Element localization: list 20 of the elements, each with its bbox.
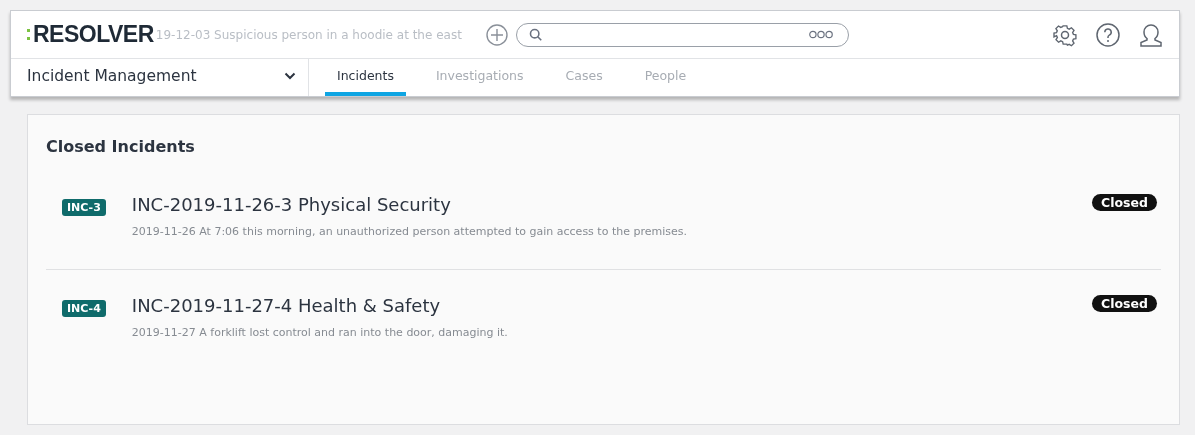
incident-description: 2019-11-27 A forklift lost control and ran into the door, damaging it. <box>131 326 509 339</box>
card-title: Closed Incidents <box>46 137 196 156</box>
status-badge: Closed <box>1092 194 1157 211</box>
search-icon <box>528 27 543 42</box>
chevron-down-icon <box>284 71 296 80</box>
add-icon[interactable] <box>485 23 508 46</box>
user-icon[interactable] <box>1139 22 1163 47</box>
incident-title[interactable]: INC-2019-11-26-3 Physical Security <box>131 194 1093 215</box>
ghost-text: 19-12-03 Suspicious person in a hoodie at the east <box>155 27 463 42</box>
incident-title[interactable]: INC-2019-11-27-4 Health & Safety <box>131 295 1093 316</box>
incident-description: 2019-11-26 At 7:06 this morning, an unauthorized person attempted to gain access to the premises. <box>131 225 688 238</box>
incident-badge: INC-3 <box>62 199 106 216</box>
incident-badge: INC-4 <box>62 300 106 317</box>
more-icon[interactable] <box>807 30 834 39</box>
resolver-logo[interactable]: RESOLVER <box>27 21 154 48</box>
nav-tab[interactable]: Incidents <box>325 59 406 96</box>
help-icon[interactable] <box>1096 22 1120 47</box>
settings-icon[interactable] <box>1053 22 1077 47</box>
app-dropdown[interactable]: Incident Management <box>11 59 309 96</box>
status-badge: Closed <box>1092 295 1157 312</box>
